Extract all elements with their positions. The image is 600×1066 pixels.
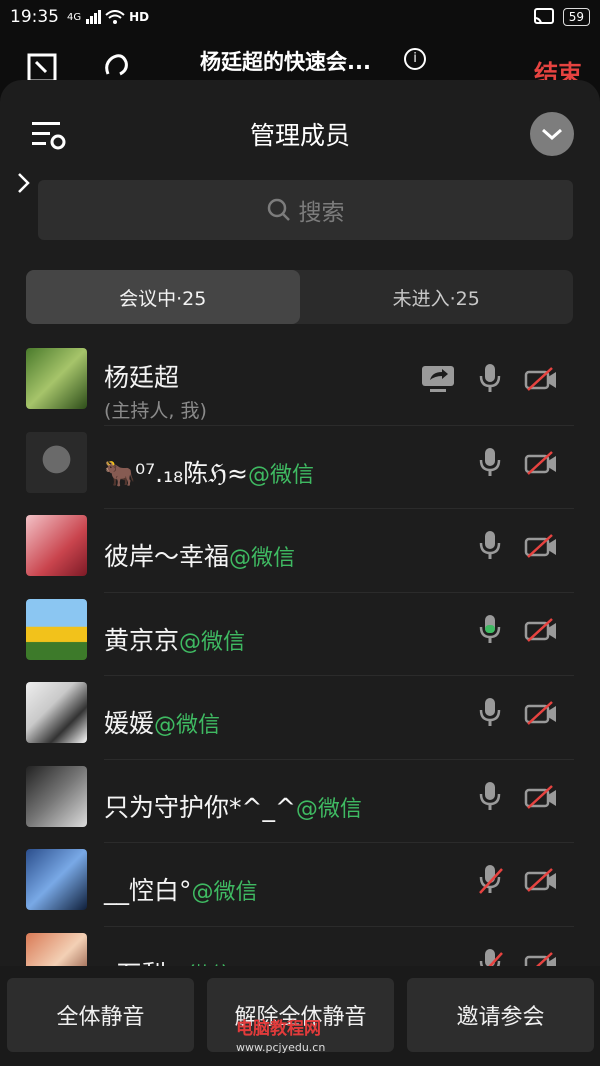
microphone-icon[interactable] — [476, 446, 504, 482]
member-name-text: 媛媛 — [104, 709, 155, 738]
microphone-icon[interactable] — [476, 362, 504, 398]
search-icon — [267, 198, 290, 221]
member-row[interactable]: 彼岸～幸福@微信 — [0, 509, 600, 593]
member-row[interactable]: 🐂⁰⁷.₁₈陈ℌ≈@微信 — [0, 426, 600, 509]
member-row[interactable]: 只为守护你*^_^@微信 — [0, 760, 600, 843]
camera-off-icon[interactable] — [524, 784, 558, 814]
mic-muted-icon[interactable] — [476, 863, 504, 899]
member-name-wrap: 杨廷超 (主持人, 我) — [104, 358, 207, 423]
member-source-tag: @微信 — [154, 713, 221, 738]
invite-button[interactable]: 邀请参会 — [407, 978, 594, 1052]
member-name-text: 🐂⁰⁷.₁₈陈ℌ≈ — [104, 458, 248, 488]
hd-badge: HD — [129, 10, 150, 24]
member-avatar — [26, 515, 87, 576]
member-avatar — [26, 431, 87, 493]
member-name-wrap: 🐂⁰⁷.₁₈陈ℌ≈@微信 — [104, 454, 314, 490]
camera-off-icon[interactable] — [524, 366, 558, 396]
member-row[interactable]: 杨廷超 (主持人, 我) — [0, 342, 600, 426]
microphone-icon[interactable] — [476, 696, 504, 732]
side-panel-arrow-icon[interactable] — [16, 172, 32, 194]
search-placeholder: 搜索 — [298, 200, 345, 226]
member-avatar — [26, 849, 87, 910]
network-label: 4G — [67, 11, 82, 23]
member-name-text: 杨廷超 — [104, 363, 180, 392]
member-row[interactable]: 黄京京@微信 — [0, 593, 600, 676]
member-name-wrap: 只为守护你*^_^@微信 — [104, 788, 362, 824]
signal-icon — [86, 10, 102, 24]
tab-not-joined[interactable]: 未进入·25 — [300, 270, 574, 324]
battery-indicator: 59 — [562, 8, 590, 26]
member-source-tag: @微信 — [295, 796, 362, 822]
member-name-wrap: 媛媛@微信 — [104, 704, 220, 740]
member-avatar — [26, 765, 87, 827]
microphone-icon[interactable] — [476, 529, 504, 565]
member-source-tag: @微信 — [229, 546, 296, 571]
member-list: 杨廷超 (主持人, 我) 🐂⁰⁷.₁₈陈ℌ≈@微信 彼岸～幸福@微信 黄京京@微信 媛媛@… — [0, 342, 600, 1010]
tab-in-meeting[interactable]: 会议中·25 — [26, 270, 300, 324]
search-input[interactable]: 搜索 — [38, 180, 573, 240]
member-source-tag: @微信 — [179, 629, 246, 655]
member-avatar — [26, 598, 87, 660]
mute-all-button[interactable]: 全体静音 — [7, 978, 194, 1052]
member-name: 杨廷超 — [104, 358, 207, 394]
cast-icon — [533, 8, 554, 25]
member-name-wrap: 黄京京@微信 — [104, 621, 245, 657]
member-name: 黄京京@微信 — [104, 621, 245, 657]
member-name: 彼岸～幸福@微信 — [104, 537, 295, 573]
member-row[interactable]: 媛媛@微信 — [0, 676, 600, 760]
member-name-text: __悾白° — [104, 876, 192, 905]
camera-off-icon[interactable] — [524, 450, 558, 480]
member-name-text: 彼岸～幸福 — [104, 542, 230, 571]
microphone-icon[interactable] — [476, 780, 504, 816]
unmute-all-button[interactable]: 解除全体静音 — [207, 978, 394, 1052]
member-name: 只为守护你*^_^@微信 — [104, 788, 362, 824]
collapse-button[interactable] — [530, 112, 574, 156]
member-avatar — [26, 682, 87, 743]
camera-off-icon[interactable] — [524, 700, 558, 730]
status-time: 19:35 — [10, 7, 59, 27]
bottom-action-bar: 全体静音 解除全体静音 邀请参会 — [0, 966, 600, 1066]
meeting-title[interactable]: 杨廷超的快速会... — [200, 46, 371, 76]
camera-off-icon[interactable] — [524, 617, 558, 647]
screen-share-icon[interactable] — [420, 364, 456, 398]
sheet-header: 管理成员 — [0, 80, 600, 180]
member-row[interactable]: __悾白°@微信 — [0, 843, 600, 927]
wifi-icon — [105, 10, 125, 24]
member-name: __悾白°@微信 — [104, 871, 258, 907]
member-role: (主持人, 我) — [104, 400, 207, 422]
member-tabs: 会议中·25 未进入·25 — [26, 270, 573, 324]
member-name-wrap: 彼岸～幸福@微信 — [104, 537, 295, 573]
member-source-tag: @微信 — [247, 462, 314, 488]
member-name-wrap: __悾白°@微信 — [104, 871, 258, 907]
sheet-title: 管理成员 — [249, 121, 350, 150]
member-name: 🐂⁰⁷.₁₈陈ℌ≈@微信 — [104, 454, 314, 490]
member-source-tag: @微信 — [191, 880, 258, 905]
microphone-icon[interactable] — [476, 613, 504, 649]
member-name-text: 黄京京 — [104, 625, 180, 655]
member-name: 媛媛@微信 — [104, 704, 220, 740]
member-avatar — [26, 348, 87, 409]
camera-off-icon[interactable] — [524, 867, 558, 897]
chevron-down-icon — [542, 128, 562, 141]
camera-off-icon[interactable] — [524, 533, 558, 563]
status-bar: 19:35 4G HD 59 — [0, 0, 600, 34]
info-icon[interactable]: i — [404, 48, 426, 70]
member-name-text: 只为守护你*^_^ — [104, 792, 296, 822]
